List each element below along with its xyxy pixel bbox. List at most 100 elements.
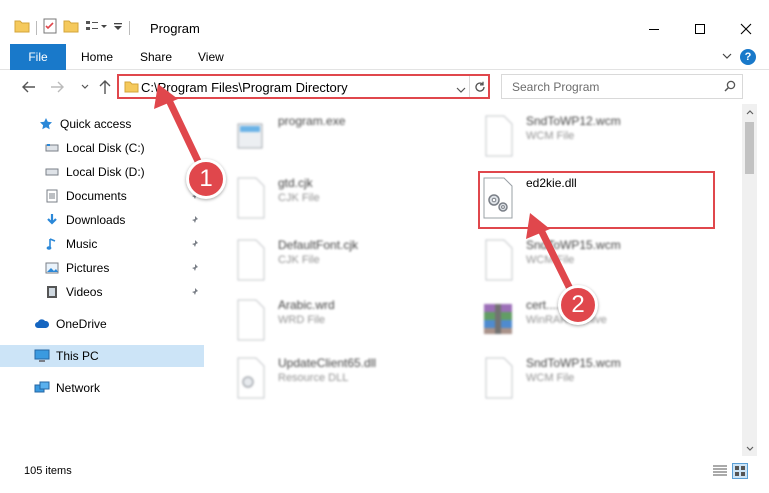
file-type: Resource DLL <box>278 372 349 384</box>
details-view-icon[interactable] <box>712 464 728 481</box>
chevron-down-icon <box>81 84 89 89</box>
exe-icon <box>232 114 268 158</box>
file-item[interactable]: SndToWP15.wcm WCM File <box>460 352 700 404</box>
file-type: CJK File <box>278 254 320 266</box>
documents-icon <box>44 188 60 204</box>
file-type: WCM File <box>526 254 575 266</box>
vertical-scrollbar[interactable] <box>742 104 757 456</box>
sidebar-item-label: This PC <box>56 349 99 363</box>
window-title: Program <box>150 21 200 36</box>
pin-icon[interactable] <box>190 262 200 276</box>
file-item[interactable]: SndToWP12.wcm WCM File <box>460 110 700 162</box>
sidebar-item-label: Quick access <box>60 117 132 131</box>
sidebar-item-onedrive[interactable]: OneDrive <box>0 313 204 335</box>
sidebar-item-documents[interactable]: Documents <box>0 185 204 207</box>
file-name: SndToWP15.wcm <box>526 356 621 370</box>
sidebar-item-label: Network <box>56 381 101 395</box>
folder-icon <box>14 19 30 36</box>
customize-toolbar-icon[interactable] <box>85 19 107 36</box>
downloads-icon <box>44 212 60 228</box>
sidebar-item-label: Documents <box>66 189 127 203</box>
address-bar[interactable]: C:\Program Files\Program Directory <box>117 74 490 99</box>
maximize-button[interactable] <box>677 14 723 44</box>
scroll-down-button[interactable] <box>742 441 757 456</box>
scroll-up-button[interactable] <box>742 104 757 119</box>
chevron-up-icon <box>746 109 753 114</box>
close-button[interactable] <box>723 14 769 44</box>
file-name: program.exe <box>278 114 346 128</box>
sidebar-item-label: Downloads <box>66 213 126 227</box>
callout-badge-2: 2 <box>558 285 598 325</box>
sidebar-item-downloads[interactable]: Downloads <box>0 209 204 231</box>
sidebar-item-pictures[interactable]: Pictures <box>0 257 204 279</box>
address-path[interactable]: C:\Program Files\Program Directory <box>141 80 348 95</box>
file-item[interactable]: gtd.cjk CJK File <box>212 172 452 224</box>
sidebar-item-label: Local Disk (C:) <box>66 141 145 155</box>
file-icon <box>480 356 516 400</box>
file-type: CJK File <box>278 192 320 204</box>
dropdown-arrow-icon[interactable] <box>113 21 123 35</box>
dll-icon <box>232 356 268 400</box>
navigation-pane: Quick access Local Disk (C:) Local Disk … <box>0 104 210 456</box>
cloud-icon <box>34 316 50 332</box>
pictures-icon <box>44 260 60 276</box>
file-name: SndToWP12.wcm <box>526 114 621 128</box>
file-type: WRD File <box>278 314 326 326</box>
chevron-down-icon[interactable] <box>456 83 466 97</box>
file-type: WCM File <box>526 372 575 384</box>
properties-icon[interactable] <box>43 18 57 37</box>
arrow-right-icon <box>51 81 64 93</box>
sidebar-item-local-disk-c[interactable]: Local Disk (C:) <box>0 137 204 159</box>
recent-locations-button[interactable] <box>76 78 94 96</box>
file-item[interactable]: program.exe <box>212 110 452 162</box>
sidebar-item-label: Music <box>66 237 98 251</box>
file-type: WCM File <box>526 130 575 142</box>
up-button[interactable] <box>96 78 114 96</box>
tab-file[interactable]: File <box>10 44 66 70</box>
search-input[interactable]: Search Program <box>512 80 599 94</box>
tab-home[interactable]: Home <box>81 50 113 64</box>
search-box[interactable]: Search Program <box>501 74 743 99</box>
file-name: DefaultFont.cjk <box>278 238 359 252</box>
help-button[interactable]: ? <box>740 49 756 65</box>
chevron-down-icon <box>746 446 753 451</box>
item-count: 105 items <box>24 465 72 477</box>
file-name: SndToWP15.wcm <box>526 238 621 252</box>
minimize-button[interactable] <box>631 14 677 44</box>
highlight-box <box>478 171 715 229</box>
pin-icon[interactable] <box>190 286 200 300</box>
scrollbar-thumb[interactable] <box>745 122 754 174</box>
pin-icon[interactable] <box>190 238 200 252</box>
arrow-up-icon <box>99 80 111 94</box>
drive-icon <box>44 164 60 180</box>
sidebar-item-videos[interactable]: Videos <box>0 281 204 303</box>
sidebar-item-local-disk-d[interactable]: Local Disk (D:) <box>0 161 204 183</box>
back-button[interactable] <box>20 78 38 96</box>
file-item[interactable]: UpdateClient65.dll Resource DLL <box>212 352 452 404</box>
new-folder-icon[interactable] <box>63 19 79 36</box>
refresh-button[interactable] <box>469 76 489 97</box>
tab-view[interactable]: View <box>198 50 224 64</box>
search-icon[interactable] <box>724 80 736 95</box>
file-item[interactable]: DefaultFont.cjk CJK File <box>212 234 452 286</box>
tab-share[interactable]: Share <box>140 50 172 64</box>
chevron-down-icon[interactable] <box>720 49 734 63</box>
file-icon <box>232 298 268 342</box>
pin-icon[interactable] <box>190 214 200 228</box>
music-icon <box>44 236 60 252</box>
large-icons-view-icon[interactable] <box>732 463 748 479</box>
sidebar-item-music[interactable]: Music <box>0 233 204 255</box>
file-icon <box>232 238 268 282</box>
sidebar-item-network[interactable]: Network <box>0 377 204 399</box>
file-item[interactable]: SndToWP15.wcm WCM File <box>460 234 700 286</box>
file-item[interactable]: Arabic.wrd WRD File <box>212 294 452 346</box>
file-icon <box>480 238 516 282</box>
videos-icon <box>44 284 60 300</box>
sidebar-item-this-pc[interactable]: This PC <box>0 345 204 367</box>
refresh-icon <box>474 81 485 92</box>
forward-button[interactable] <box>48 78 66 96</box>
sidebar-item-quick-access[interactable]: Quick access <box>0 113 204 135</box>
quick-access-toolbar <box>14 18 130 37</box>
ribbon: File Home Share View ? <box>0 44 769 70</box>
navigation-bar: C:\Program Files\Program Directory Searc… <box>0 70 769 104</box>
